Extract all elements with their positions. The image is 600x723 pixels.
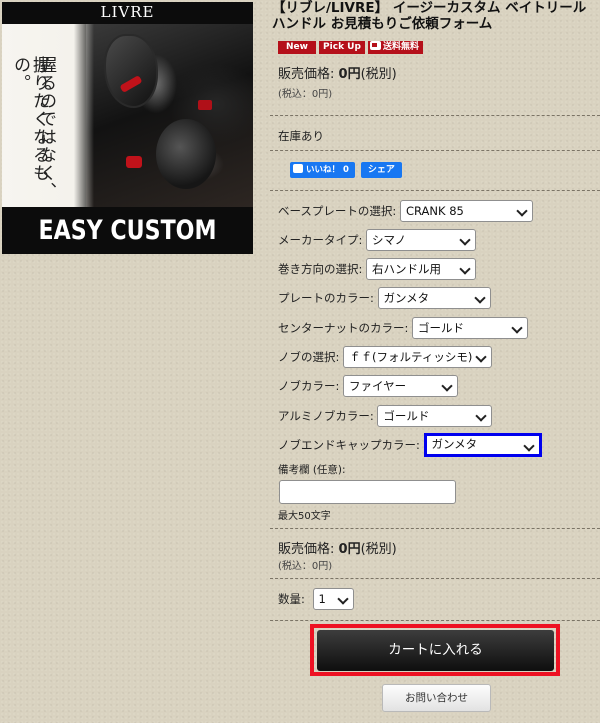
sale-price-bottom: 販売価格: 0円(税別) [278, 538, 397, 557]
free-shipping-badge: 送料無料 [368, 41, 424, 54]
price-tax-note: (税別) [360, 542, 397, 557]
add-to-cart-button[interactable]: カートに入れる [317, 630, 554, 671]
price-tax-note: (税別) [360, 67, 397, 82]
stock-status: 在庫あり [278, 129, 324, 143]
select-value: シマノ [372, 233, 407, 247]
option-center-nut-color: センターナットのカラー: ゴールド [278, 317, 529, 339]
wind-direction-select[interactable]: 右ハンドル用 [366, 258, 477, 280]
knob-color-select[interactable]: ファイヤー [343, 375, 459, 397]
badge-group: New Pick Up 送料無料 [278, 41, 426, 55]
option-wind-direction: 巻き方向の選択: 右ハンドル用 [278, 258, 477, 280]
select-value: ｆｆ(フォルティッシモ) [349, 350, 473, 364]
sale-price: 販売価格: 0円(税別) [278, 63, 397, 82]
chevron-down-icon [441, 380, 453, 392]
option-label: ノブエンドキャップカラー: [278, 438, 420, 452]
image-brand-logo: LIVRE [100, 3, 155, 21]
divider [270, 115, 600, 116]
chevron-down-icon [475, 410, 488, 422]
inquiry-button[interactable]: お問い合わせ [382, 684, 491, 712]
option-label: プレートのカラー: [278, 291, 374, 305]
aluminum-knob-color-select[interactable]: ゴールド [377, 405, 493, 427]
price-label: 販売価格: [278, 67, 335, 82]
tagline-line-2: 握りたくなるもの。 [10, 56, 49, 182]
option-knob-end-cap-color: ノブエンドキャップカラー: ガンメタ [278, 433, 542, 457]
option-label: 巻き方向の選択: [278, 262, 363, 276]
price-tax-included: (税込：0円) [278, 89, 333, 100]
memo-label: 備考欄 (任意): [278, 464, 346, 476]
base-plate-select[interactable]: CRANK 85 [399, 200, 533, 222]
divider [270, 620, 600, 621]
option-maker-type: メーカータイプ: シマノ [278, 229, 477, 251]
facebook-share-button[interactable]: シェア [360, 162, 402, 178]
divider [270, 528, 600, 529]
divider [270, 190, 600, 191]
free-shipping-label: 送料無料 [383, 42, 420, 52]
select-value: 右ハンドル用 [372, 262, 442, 276]
option-label: ノブの選択: [278, 350, 340, 364]
divider [270, 578, 600, 579]
product-title: 【リブレ/LIVRE】 イージーカスタム ベイトリール ハンドル お見積もりご依… [272, 0, 587, 32]
price-value: 0円 [338, 542, 361, 557]
option-base-plate: ベースプレートの選択: CRANK 85 [278, 200, 533, 222]
memo-limit-note: 最大50文字 [278, 511, 331, 522]
thumbs-up-icon [293, 164, 303, 173]
option-label: ベースプレートの選択: [278, 204, 397, 218]
like-label: いいね！ 0 [306, 165, 349, 175]
chevron-down-icon [475, 351, 487, 363]
image-footer-text: EASY CUSTOM [38, 215, 217, 246]
option-aluminum-knob-color: アルミノブカラー: ゴールド [278, 405, 493, 427]
chevron-down-icon [522, 440, 535, 452]
select-value: ゴールド [418, 321, 465, 335]
quantity-row: 数量: 1 [278, 588, 354, 610]
chevron-down-icon [473, 292, 486, 304]
quantity-label: 数量: [278, 592, 305, 606]
select-value: CRANK 85 [405, 204, 464, 218]
maker-type-select[interactable]: シマノ [366, 229, 477, 251]
price-tax-included-bottom: (税込：0円) [278, 561, 333, 572]
tagline-panel: 握るのではなく、 握りたくなるもの。 [2, 24, 94, 207]
price-label: 販売価格: [278, 542, 335, 557]
plate-color-select[interactable]: ガンメタ [377, 287, 491, 309]
shipping-icon [370, 41, 381, 50]
select-value: ガンメタ [383, 291, 430, 305]
option-label: センターナットのカラー: [278, 321, 409, 335]
facebook-like-button[interactable]: いいね！ 0 [290, 162, 355, 178]
quantity-select[interactable]: 1 [312, 588, 354, 610]
pickup-badge: Pick Up [319, 41, 365, 54]
chevron-down-icon [459, 234, 471, 246]
option-label: メーカータイプ: [278, 233, 363, 247]
product-details: 【リブレ/LIVRE】 イージーカスタム ベイトリール ハンドル お見積もりご依… [270, 0, 600, 723]
option-knob-color: ノブカラー: ファイヤー [278, 375, 459, 397]
social-buttons: いいね！ 0 シェア [290, 162, 402, 178]
product-photo [86, 24, 253, 207]
option-label: ノブカラー: [278, 379, 340, 393]
chevron-down-icon [516, 205, 528, 217]
product-image: 握るのではなく、 握りたくなるもの。 LIVRE EASY CUSTOM [2, 2, 253, 254]
chevron-down-icon [336, 593, 349, 605]
divider [270, 150, 600, 151]
select-value: ファイヤー [349, 379, 407, 393]
chevron-down-icon [511, 322, 523, 334]
knob-end-cap-color-select[interactable]: ガンメタ [423, 433, 542, 457]
chevron-down-icon [459, 263, 471, 275]
knob-select[interactable]: ｆｆ(フォルティッシモ) [343, 346, 493, 368]
select-value: ガンメタ [431, 437, 478, 451]
new-badge: New [278, 41, 316, 54]
memo-input[interactable] [279, 480, 456, 504]
center-nut-color-select[interactable]: ゴールド [412, 317, 529, 339]
option-plate-color: プレートのカラー: ガンメタ [278, 287, 491, 309]
select-value: 1 [318, 592, 326, 606]
price-value: 0円 [338, 67, 361, 82]
option-knob: ノブの選択: ｆｆ(フォルティッシモ) [278, 346, 493, 368]
select-value: ゴールド [383, 409, 430, 423]
option-label: アルミノブカラー: [278, 409, 374, 423]
